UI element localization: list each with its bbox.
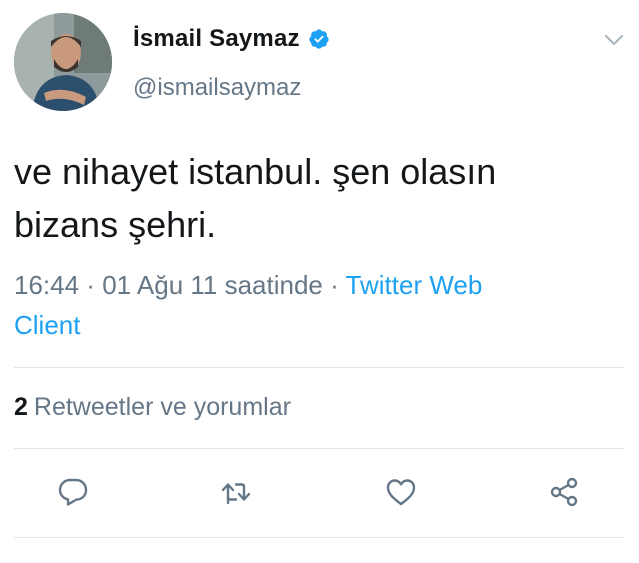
avatar-image bbox=[14, 13, 112, 111]
divider bbox=[14, 367, 624, 368]
share-icon bbox=[550, 477, 578, 507]
tweet-source-line1[interactable]: Twitter Web bbox=[346, 270, 483, 300]
engagement-counts[interactable]: 2 Retweetler ve yorumlar bbox=[14, 393, 291, 422]
tweet-time[interactable]: 16:44 bbox=[14, 270, 79, 300]
like-button[interactable] bbox=[379, 470, 423, 514]
retweet-icon bbox=[221, 483, 251, 505]
chevron-down-icon[interactable] bbox=[604, 33, 624, 47]
divider bbox=[14, 448, 624, 449]
retweet-button[interactable] bbox=[214, 470, 258, 514]
heart-icon bbox=[386, 479, 416, 506]
reply-icon bbox=[58, 478, 88, 506]
reply-button[interactable] bbox=[51, 470, 95, 514]
avatar[interactable] bbox=[14, 13, 112, 111]
tweet-text-line2: bizans şehri. bbox=[14, 204, 217, 245]
share-button[interactable] bbox=[542, 470, 586, 514]
display-name[interactable]: İsmail Saymaz bbox=[133, 25, 300, 53]
verified-badge-icon bbox=[308, 28, 330, 50]
author-row[interactable]: İsmail Saymaz bbox=[133, 25, 330, 53]
tweet-text: ve nihayet istanbul. şen olasın bizans şe… bbox=[14, 145, 624, 251]
tweet-date[interactable]: 01 Ağu 11 saatinde bbox=[102, 270, 323, 300]
meta-separator: · bbox=[322, 270, 346, 300]
engagement-label: Retweetler ve yorumlar bbox=[33, 393, 291, 421]
meta-separator: · bbox=[79, 270, 103, 300]
handle[interactable]: @ismailsaymaz bbox=[133, 74, 301, 102]
retweet-count: 2 bbox=[14, 393, 28, 421]
tweet-text-line1: ve nihayet istanbul. şen olasın bbox=[14, 151, 497, 192]
tweet-meta: 16:44 · 01 Ağu 11 saatinde · Twitter Web… bbox=[14, 265, 624, 345]
tweet-source-line2[interactable]: Client bbox=[14, 310, 80, 340]
divider bbox=[14, 537, 624, 538]
